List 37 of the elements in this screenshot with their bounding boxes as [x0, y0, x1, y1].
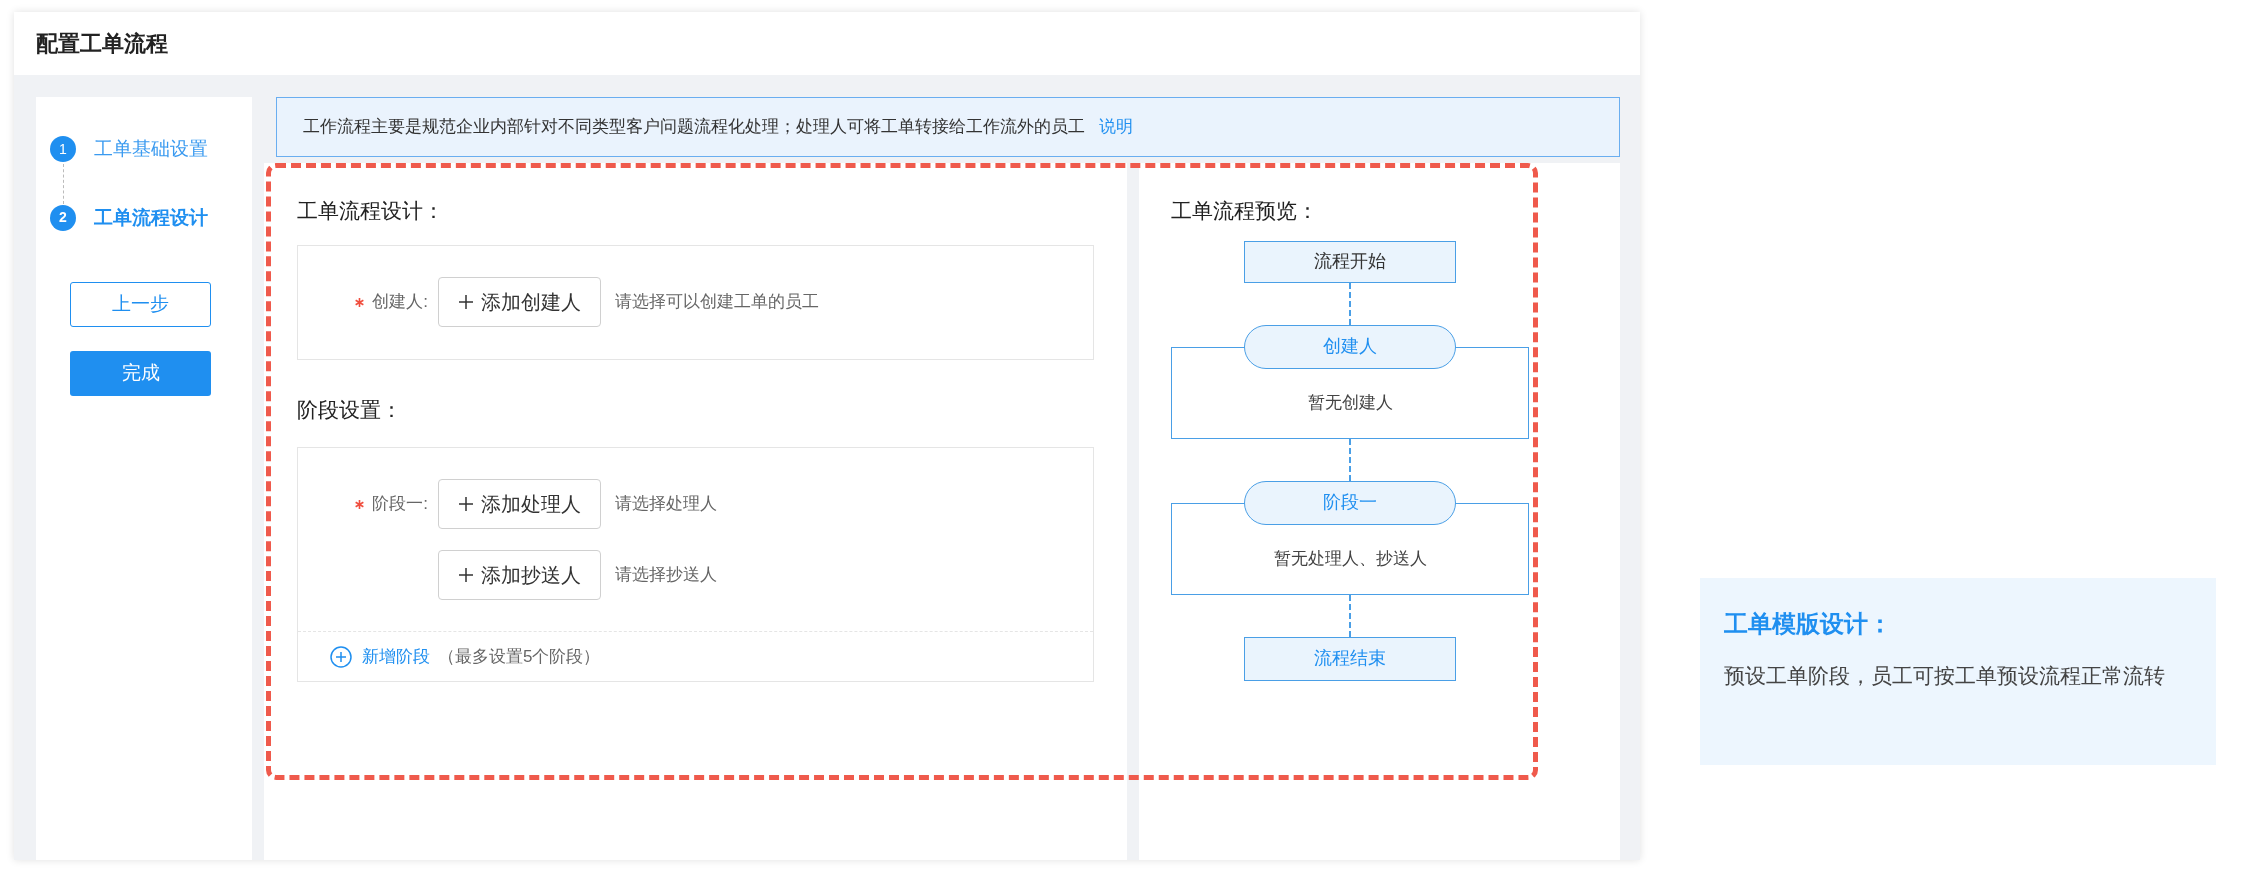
previous-button[interactable]: 上一步: [70, 282, 211, 327]
add-button[interactable]: 添加处理人: [438, 479, 601, 529]
required-asterisk-icon: [355, 297, 365, 307]
step-number: 1: [50, 136, 76, 163]
notice-text: 工作流程主要是规范企业内部针对不同类型客户问题流程化处理；处理人可将工单转接给工作流外的员工: [303, 116, 1085, 139]
explain-link[interactable]: 说明: [1099, 114, 1133, 140]
flow-connector: [1349, 282, 1351, 325]
page-title: 配置工单流程: [36, 30, 168, 58]
section-title: 工单流程预览：: [1171, 198, 1319, 224]
section-title: 工单流程设计：: [297, 198, 445, 224]
step-item[interactable]: 1 工单基础设置: [50, 135, 238, 164]
flow-stage-label: 阶段一: [1244, 480, 1456, 525]
plus-icon: [458, 497, 473, 511]
callout-text: 预设工单阶段，员工可按工单预设流程正常流转: [1724, 663, 2166, 689]
finish-button[interactable]: 完成: [70, 351, 211, 396]
flow-stage-label: 创建人: [1244, 324, 1456, 369]
plus-circle-icon: [330, 645, 352, 668]
flow-stage-text: 暂无处理人、抄送人: [1273, 548, 1427, 570]
flow-stage-text: 暂无创建人: [1307, 392, 1393, 414]
field-label: 创建人:: [372, 291, 428, 314]
required-asterisk-icon: [355, 499, 365, 509]
field-label: 阶段一:: [372, 493, 428, 516]
step-item[interactable]: 2 工单流程设计: [50, 203, 238, 232]
flow-start-node: 流程开始: [1244, 240, 1456, 283]
add-button[interactable]: 添加抄送人: [438, 550, 601, 600]
plus-icon: [458, 295, 473, 309]
field-hint: 请选择抄送人: [615, 564, 717, 587]
step-number: 2: [50, 204, 76, 231]
add-button[interactable]: 添加创建人: [438, 277, 601, 327]
section-title: 阶段设置：: [297, 396, 403, 423]
callout-title: 工单模版设计：: [1724, 609, 1893, 639]
field-hint: 请选择可以创建工单的员工: [615, 291, 819, 314]
stage-limit-note: （最多设置5个阶段）: [438, 645, 601, 668]
add-stage-link[interactable]: 新增阶段: [330, 643, 430, 670]
flow-end-node: 流程结束: [1244, 636, 1456, 681]
plus-icon: [458, 568, 473, 582]
field-hint: 请选择处理人: [615, 493, 717, 516]
